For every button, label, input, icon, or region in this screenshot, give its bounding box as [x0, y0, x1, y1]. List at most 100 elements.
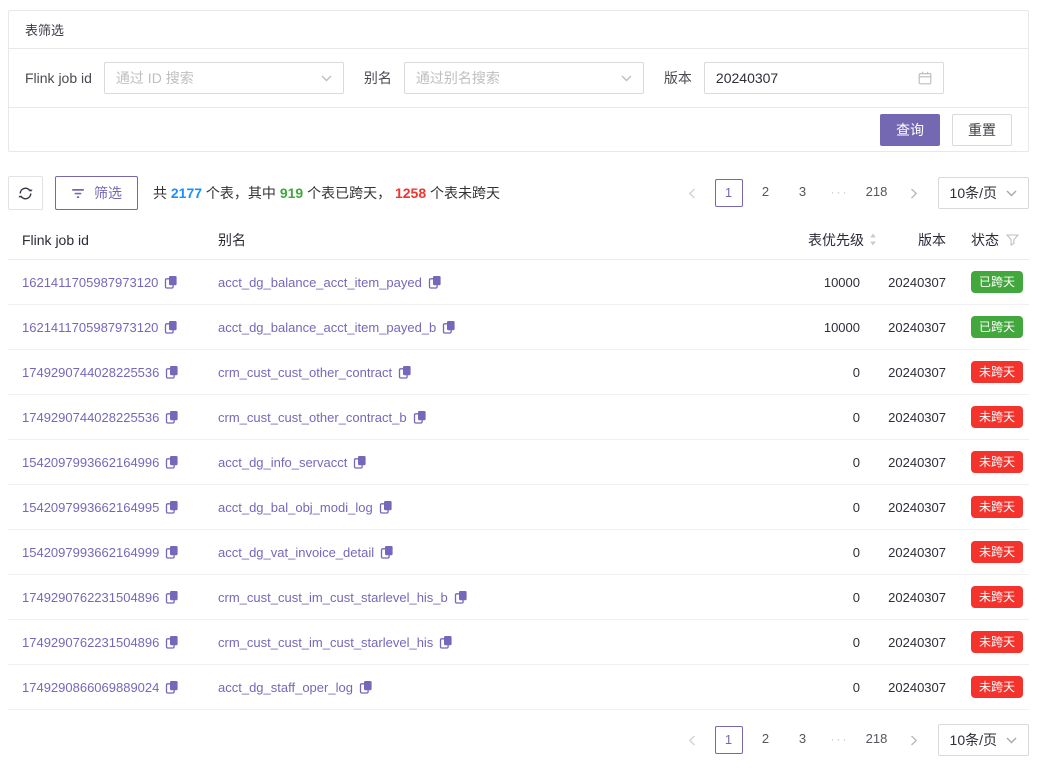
alias-link[interactable]: crm_cust_cust_im_cust_starlevel_his_b [218, 590, 448, 605]
job-id-link[interactable]: 1749290762231504896 [22, 590, 159, 605]
pagination-bottom-wrap: 1 2 3 ··· 218 10条/页 [8, 724, 1029, 768]
copy-icon[interactable] [398, 365, 412, 379]
page-button-2[interactable]: 2 [752, 726, 780, 754]
filter-group-job-id: Flink job id 通过 ID 搜索 [25, 62, 344, 94]
crossed-count: 919 [280, 185, 303, 201]
summary-text: 共 2177 个表，其中 919 个表已跨天， 1258 个表未跨天 [153, 183, 500, 203]
status-badge: 未跨天 [971, 586, 1023, 608]
filter-actions: 查询 重置 [9, 107, 1028, 151]
alias-select[interactable]: 通过别名搜索 [404, 62, 644, 94]
version-value: 20240307 [885, 320, 955, 335]
column-priority[interactable]: 表优先级 [730, 230, 885, 250]
copy-icon[interactable] [442, 320, 456, 334]
copy-icon[interactable] [165, 545, 179, 559]
page-size-select[interactable]: 10条/页 [938, 177, 1029, 209]
page-button-1[interactable]: 1 [715, 726, 743, 754]
job-id-link[interactable]: 1621411705987973120 [22, 275, 158, 290]
summary-seg: 个表已跨天， [303, 183, 395, 203]
filter-toggle-button[interactable]: 筛选 [55, 176, 138, 210]
table-row: 1621411705987973120 acct_dg_balance_acct… [8, 305, 1029, 350]
pagination-bottom: 1 2 3 ··· 218 10条/页 [669, 724, 1029, 756]
page-button-last[interactable]: 218 [863, 179, 891, 207]
job-id-link[interactable]: 1542097993662164995 [22, 500, 159, 515]
copy-icon[interactable] [359, 680, 373, 694]
version-value: 20240307 [885, 635, 955, 650]
page-ellipsis[interactable]: ··· [826, 179, 854, 207]
alias-link[interactable]: crm_cust_cust_im_cust_starlevel_his [218, 635, 433, 650]
copy-icon[interactable] [165, 635, 179, 649]
column-status: 状态 [955, 230, 1029, 250]
job-id-link[interactable]: 1542097993662164996 [22, 455, 159, 470]
priority-value: 10000 [730, 275, 885, 290]
column-job-id: Flink job id [8, 232, 218, 248]
version-date-input[interactable]: 20240307 [704, 62, 944, 94]
page-button-1[interactable]: 1 [715, 179, 743, 207]
job-id-link[interactable]: 1749290762231504896 [22, 635, 159, 650]
version-value: 20240307 [885, 545, 955, 560]
job-id-link[interactable]: 1749290866069889024 [22, 680, 159, 695]
page-button-3[interactable]: 3 [789, 179, 817, 207]
prev-page-button[interactable] [678, 179, 706, 207]
copy-icon[interactable] [165, 455, 179, 469]
alias-link[interactable]: acct_dg_balance_acct_item_payed [218, 275, 422, 290]
alias-link[interactable]: crm_cust_cust_other_contract_b [218, 410, 407, 425]
status-badge: 未跨天 [971, 496, 1023, 518]
page-button-3[interactable]: 3 [789, 726, 817, 754]
alias-link[interactable]: acct_dg_balance_acct_item_payed_b [218, 320, 436, 335]
page-button-2[interactable]: 2 [752, 179, 780, 207]
copy-icon[interactable] [165, 365, 179, 379]
job-id-link[interactable]: 1542097993662164999 [22, 545, 159, 560]
copy-icon[interactable] [164, 275, 178, 289]
page-ellipsis[interactable]: ··· [826, 726, 854, 754]
status-badge: 未跨天 [971, 451, 1023, 473]
filter-panel-title: 表筛选 [9, 11, 1028, 49]
page-button-last[interactable]: 218 [863, 726, 891, 754]
uncrossed-count: 1258 [395, 185, 426, 201]
job-id-link[interactable]: 1749290744028225536 [22, 410, 159, 425]
copy-icon[interactable] [379, 500, 393, 514]
filter-toggle-label: 筛选 [94, 183, 122, 203]
job-id-link[interactable]: 1749290744028225536 [22, 365, 159, 380]
table-row: 1542097993662164995 acct_dg_bal_obj_modi… [8, 485, 1029, 530]
reset-button[interactable]: 重置 [952, 114, 1012, 146]
alias-link[interactable]: acct_dg_bal_obj_modi_log [218, 500, 373, 515]
copy-icon[interactable] [353, 455, 367, 469]
priority-value: 0 [730, 680, 885, 695]
alias-link[interactable]: acct_dg_staff_oper_log [218, 680, 353, 695]
query-button[interactable]: 查询 [880, 114, 940, 146]
alias-link[interactable]: acct_dg_info_servacct [218, 455, 347, 470]
sort-icon [869, 233, 877, 246]
summary-seg: 共 [153, 183, 171, 203]
copy-icon[interactable] [165, 410, 179, 424]
copy-icon[interactable] [164, 320, 178, 334]
job-id-link[interactable]: 1621411705987973120 [22, 320, 158, 335]
copy-icon[interactable] [380, 545, 394, 559]
page-size-value: 10条/页 [950, 183, 997, 203]
copy-icon[interactable] [165, 680, 179, 694]
summary-seg: 个表未跨天 [426, 183, 500, 203]
priority-value: 0 [730, 455, 885, 470]
refresh-button[interactable] [8, 176, 43, 210]
tables-table: Flink job id 别名 表优先级 版本 状态 16214 [8, 220, 1029, 710]
priority-value: 0 [730, 500, 885, 515]
copy-icon[interactable] [428, 275, 442, 289]
next-page-button[interactable] [900, 726, 928, 754]
alias-link[interactable]: acct_dg_vat_invoice_detail [218, 545, 374, 560]
copy-icon[interactable] [413, 410, 427, 424]
prev-page-button[interactable] [678, 726, 706, 754]
page-root: 表筛选 Flink job id 通过 ID 搜索 别名 通过别名搜索 [0, 0, 1037, 768]
calendar-icon [918, 71, 932, 85]
copy-icon[interactable] [439, 635, 453, 649]
page-size-select[interactable]: 10条/页 [938, 724, 1029, 756]
column-priority-label: 表优先级 [808, 230, 864, 250]
copy-icon[interactable] [454, 590, 468, 604]
table-row: 1749290744028225536 crm_cust_cust_other_… [8, 350, 1029, 395]
filter-row: Flink job id 通过 ID 搜索 别名 通过别名搜索 [9, 49, 1028, 107]
job-id-select[interactable]: 通过 ID 搜索 [104, 62, 344, 94]
filter-funnel-icon[interactable] [1006, 234, 1019, 246]
copy-icon[interactable] [165, 500, 179, 514]
copy-icon[interactable] [165, 590, 179, 604]
table-row: 1749290866069889024 acct_dg_staff_oper_l… [8, 665, 1029, 710]
alias-link[interactable]: crm_cust_cust_other_contract [218, 365, 392, 380]
next-page-button[interactable] [900, 179, 928, 207]
